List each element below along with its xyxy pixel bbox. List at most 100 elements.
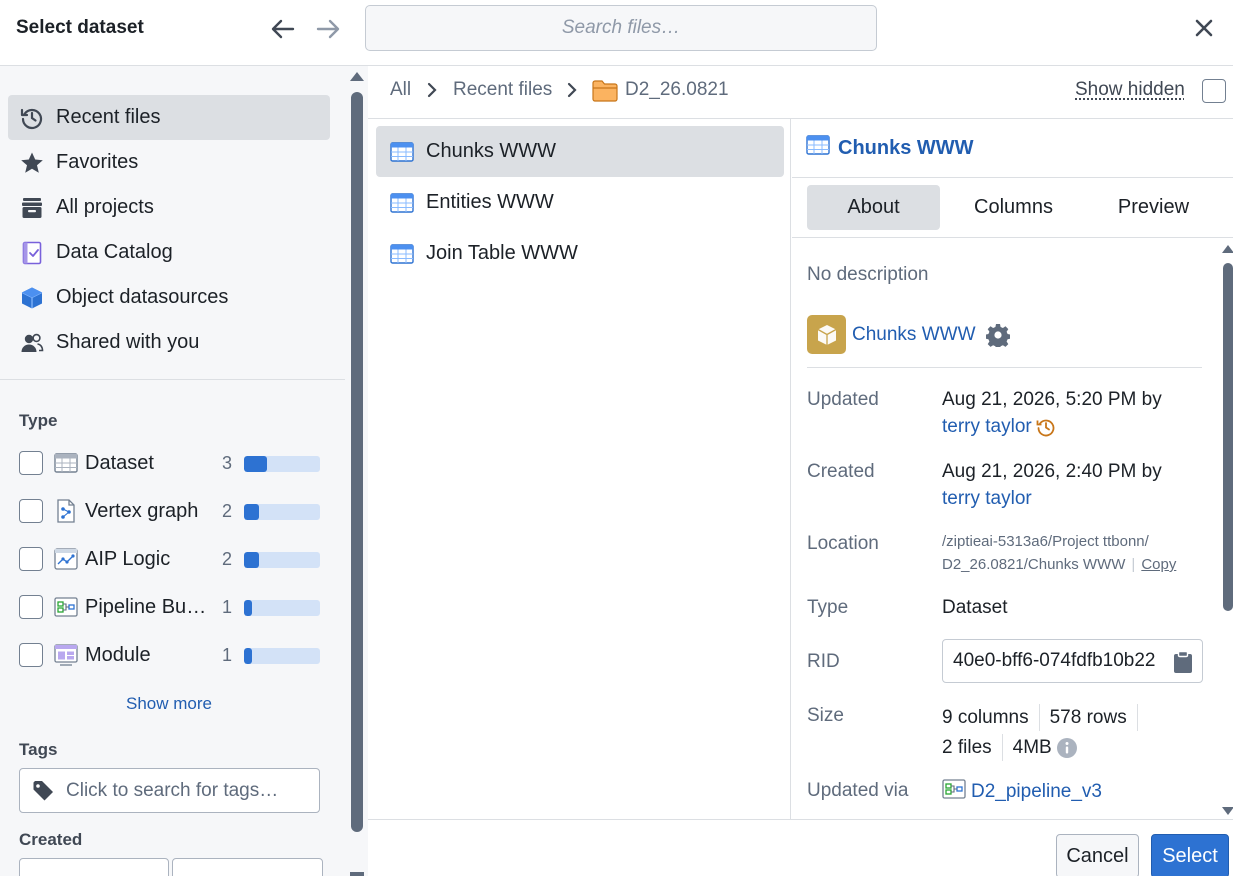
created-value: Aug 21, 2026, 2:40 PM by terry taylor <box>942 458 1162 512</box>
divider <box>792 177 1233 178</box>
sidebar-item-label: Shared with you <box>56 331 200 353</box>
list-item[interactable]: Entities WWW <box>376 177 784 228</box>
updated-label: Updated <box>807 389 879 410</box>
size-bytes: 4MB <box>1012 737 1052 758</box>
sidebar-item-favorites[interactable]: Favorites <box>8 140 330 185</box>
chevron-right-icon <box>566 82 578 98</box>
select-button[interactable]: Select <box>1151 834 1229 876</box>
created-label: Created <box>807 461 875 482</box>
rid-label: RID <box>807 651 840 672</box>
object-type-row: Chunks WWW <box>807 315 1010 354</box>
type-filter-bar-fill <box>244 600 252 616</box>
type-filter-heading: Type <box>19 411 58 430</box>
created-by-link[interactable]: terry taylor <box>942 488 1032 509</box>
type-filter-aip-logic: AIP Logic 2 <box>19 541 329 577</box>
type-filter-count: 2 <box>222 548 233 569</box>
aip-logic-icon <box>53 546 79 572</box>
breadcrumb-all[interactable]: All <box>390 79 411 101</box>
dialog-header: Select dataset <box>0 0 1233 66</box>
dataset-checkbox[interactable] <box>19 451 43 475</box>
updated-via-link[interactable]: D2_pipeline_v3 <box>971 781 1102 803</box>
list-item[interactable]: Join Table WWW <box>376 228 784 279</box>
cancel-button[interactable]: Cancel <box>1056 834 1139 876</box>
size-label: Size <box>807 705 844 726</box>
type-filter-dataset: Dataset 3 <box>19 445 329 481</box>
copy-location-link[interactable]: Copy <box>1141 556 1176 573</box>
scroll-up-arrow[interactable] <box>350 72 364 81</box>
details-title-link[interactable]: Chunks WWW <box>806 135 974 161</box>
sidebar-item-label: Data Catalog <box>56 241 173 263</box>
sidebar-item-label: All projects <box>56 196 154 218</box>
search-input[interactable] <box>366 6 876 50</box>
scroll-down-arrow[interactable] <box>350 872 364 876</box>
list-item[interactable]: Chunks WWW <box>376 126 784 177</box>
dataset-icon <box>390 243 414 265</box>
gear-icon[interactable] <box>985 323 1010 347</box>
tab-preview[interactable]: Preview <box>1087 185 1220 230</box>
tags-search-input[interactable] <box>66 779 316 802</box>
show-more-link[interactable]: Show more <box>0 694 338 714</box>
type-filter-label: Pipeline Builder <box>85 595 207 618</box>
chevron-right-icon <box>426 82 438 98</box>
size-value: 9 columns 578 rows 2 files 4MB <box>942 704 1148 761</box>
module-checkbox[interactable] <box>19 643 43 667</box>
back-button[interactable] <box>268 14 298 44</box>
location-path-end: D2_26.0821/Chunks WWW <box>942 556 1126 573</box>
cube-icon <box>18 284 46 312</box>
divider <box>807 367 1202 368</box>
scroll-down-arrow[interactable] <box>1222 807 1233 815</box>
type-filter-count: 3 <box>222 452 233 473</box>
size-columns: 9 columns <box>942 704 1040 731</box>
tab-about[interactable]: About <box>807 185 940 230</box>
rid-field[interactable]: 40e0-bff6-074fdfb10b22 <box>942 639 1203 683</box>
sidebar-item-object-datasources[interactable]: Object datasources <box>8 275 330 320</box>
type-filter-bar <box>244 552 320 568</box>
tab-columns[interactable]: Columns <box>947 185 1080 230</box>
type-filter-bar-fill <box>244 456 267 472</box>
catalog-icon <box>18 239 46 267</box>
show-hidden-checkbox[interactable] <box>1202 79 1226 103</box>
breadcrumb-recent-files[interactable]: Recent files <box>453 79 552 101</box>
sidebar-item-data-catalog[interactable]: Data Catalog <box>8 230 330 275</box>
dataset-icon <box>53 450 79 476</box>
clipboard-icon[interactable] <box>1172 650 1194 674</box>
forward-button[interactable] <box>313 14 343 44</box>
scrollbar-thumb[interactable] <box>1223 263 1233 611</box>
description-text: No description <box>807 264 929 285</box>
close-button[interactable] <box>1190 14 1218 42</box>
scroll-up-arrow[interactable] <box>1222 245 1233 253</box>
sidebar-item-all-projects[interactable]: All projects <box>8 185 330 230</box>
breadcrumb-current-folder[interactable]: D2_26.0821 <box>625 79 729 101</box>
vertex-graph-checkbox[interactable] <box>19 499 43 523</box>
file-name: Join Table WWW <box>426 242 578 264</box>
pipeline-builder-checkbox[interactable] <box>19 595 43 619</box>
created-start-date-input[interactable] <box>19 858 169 876</box>
updated-by-link[interactable]: terry taylor <box>942 413 1032 440</box>
close-icon <box>1195 19 1213 37</box>
pipeline-icon <box>942 779 966 805</box>
show-hidden-label[interactable]: Show hidden <box>1075 79 1185 101</box>
sidebar-item-recent-files[interactable]: Recent files <box>8 95 330 140</box>
archive-icon <box>18 194 46 222</box>
scrollbar-thumb[interactable] <box>351 92 363 832</box>
type-filter-module: Module 1 <box>19 637 329 673</box>
aip-logic-checkbox[interactable] <box>19 547 43 571</box>
object-type-link[interactable]: Chunks WWW <box>852 324 976 346</box>
updated-via-value: D2_pipeline_v3 <box>942 779 1102 805</box>
type-filter-bar <box>244 504 320 520</box>
type-filter-pipeline-builder: Pipeline Builder 1 <box>19 589 329 625</box>
sidebar-item-shared-with-you[interactable]: Shared with you <box>8 320 330 365</box>
updated-date: Aug 21, 2026, 5:20 PM by <box>942 389 1162 410</box>
sidebar-item-label: Object datasources <box>56 286 229 308</box>
created-end-date-input[interactable] <box>172 858 323 876</box>
type-filter-label: Module <box>85 643 151 666</box>
type-filter-label: Vertex graph <box>85 499 199 522</box>
type-filter-vertex-graph: Vertex graph 2 <box>19 493 329 529</box>
sidebar-scrollbar[interactable] <box>345 66 368 876</box>
info-icon[interactable] <box>1056 737 1078 759</box>
type-label: Type <box>807 597 849 618</box>
details-scrollbar[interactable] <box>1221 241 1233 821</box>
type-filter-count: 1 <box>222 644 233 665</box>
type-filter-label: Dataset <box>85 451 154 474</box>
type-filter-count: 2 <box>222 500 233 521</box>
